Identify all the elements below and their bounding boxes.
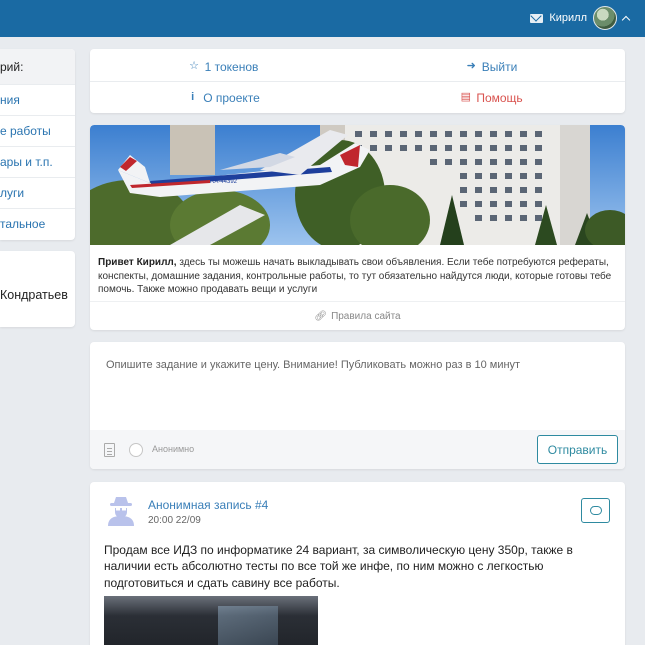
composer-toolbar: Анонимно Отправить: [90, 430, 625, 469]
link-icon: 🔗︎: [314, 310, 328, 322]
rules-link[interactable]: 🔗︎ Правила сайта: [90, 301, 625, 330]
comment-button[interactable]: [581, 498, 610, 523]
tokens-label: 1 токенов: [204, 59, 259, 74]
sidebar-item[interactable]: ары и т.п.: [0, 146, 75, 177]
avatar[interactable]: [593, 6, 617, 30]
user-menu[interactable]: Кирилл: [530, 6, 631, 30]
rules-label: Правила сайта: [331, 310, 401, 322]
hero-image: RA-44392: [90, 125, 625, 245]
anonymous-label: Анонимно: [152, 444, 195, 454]
welcome-card: RA-44392 Привет Кирилл, здесь ты можешь …: [90, 125, 625, 330]
help-book-icon: ▤: [460, 91, 472, 103]
attach-file-icon[interactable]: [104, 443, 115, 457]
account-menu: ☆ 1 токенов ➜ Выйти i О проекте ▤ Помощь: [90, 49, 625, 113]
sidebar-item[interactable]: тальное: [0, 208, 75, 239]
post-composer: Опишите задание и укажите цену. Внимание…: [90, 342, 625, 469]
composer-input[interactable]: Опишите задание и укажите цену. Внимание…: [106, 359, 520, 371]
user-card-name[interactable]: Кондратьев: [0, 288, 68, 302]
mail-icon[interactable]: [530, 13, 544, 23]
sign-out-icon: ➜: [466, 60, 476, 72]
star-icon: ☆: [189, 60, 200, 72]
about-link[interactable]: i О проекте: [90, 82, 357, 113]
welcome-text: Привет Кирилл, здесь ты можешь начать вы…: [98, 256, 617, 297]
user-name[interactable]: Кирилл: [549, 12, 587, 24]
post-body: Продам все ИДЗ по информатике 24 вариант…: [104, 543, 573, 590]
sidebar-item[interactable]: ния: [0, 84, 75, 115]
help-label: Помощь: [476, 90, 523, 105]
help-link[interactable]: ▤ Помощь: [358, 82, 625, 113]
send-button[interactable]: Отправить: [537, 435, 618, 464]
sidebar-item[interactable]: луги: [0, 177, 75, 208]
top-navbar: Кирилл: [0, 0, 645, 37]
post-image[interactable]: [104, 596, 318, 645]
anonymous-checkbox[interactable]: [129, 443, 143, 457]
logout-link[interactable]: ➜ Выйти: [358, 51, 625, 82]
category-heading: рий:: [0, 49, 75, 84]
greeting: Привет Кирилл,: [98, 257, 177, 268]
sidebar-item[interactable]: е работы: [0, 115, 75, 146]
anonymous-avatar-icon: [108, 497, 134, 526]
post-title[interactable]: Анонимная запись #4: [148, 498, 268, 512]
feed-post: Анонимная запись #4 20:00 22/09 Продам в…: [90, 482, 625, 645]
logout-label: Выйти: [481, 59, 518, 74]
category-sidebar: рий: ния е работы ары и т.п. луги тально…: [0, 49, 75, 240]
airplane-monument-photo: RA-44392: [90, 125, 625, 245]
about-label: О проекте: [203, 90, 260, 105]
tokens-link[interactable]: ☆ 1 токенов: [90, 51, 357, 82]
comment-icon: [589, 502, 602, 515]
info-icon: i: [191, 91, 195, 103]
chevron-up-icon[interactable]: [621, 15, 631, 24]
plane-registration: RA-44392: [210, 179, 238, 185]
post-timestamp: 20:00 22/09: [148, 515, 201, 526]
user-card: Кондратьев: [0, 251, 75, 327]
